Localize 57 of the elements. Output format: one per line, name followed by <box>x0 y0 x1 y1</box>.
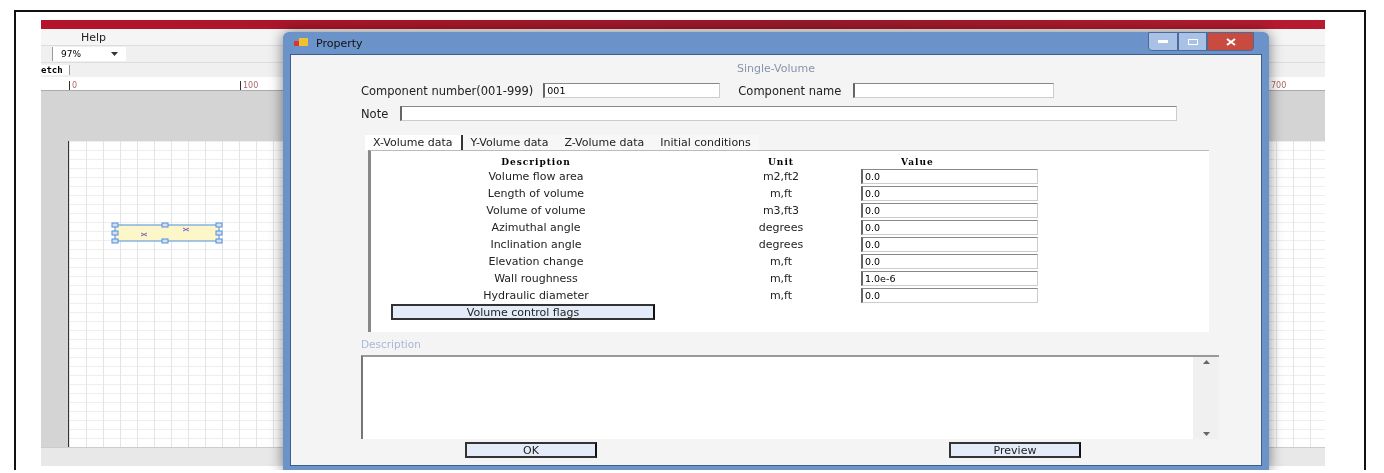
table-cell: m,ft <box>769 255 793 268</box>
value-field[interactable]: 1.0e-6 <box>861 271 1038 286</box>
minimize-button[interactable] <box>1148 32 1178 51</box>
minimize-icon <box>1158 40 1168 43</box>
table-cell: m,ft <box>769 289 793 302</box>
value-field[interactable]: 0.0 <box>861 288 1038 303</box>
table-cell: Elevation change <box>488 255 584 268</box>
value-field[interactable]: 0.0 <box>861 220 1038 235</box>
input-field[interactable] <box>853 83 1055 98</box>
menu-item[interactable]: Help <box>81 30 107 44</box>
dialog-heading: Single-Volume <box>736 62 816 75</box>
close-button[interactable] <box>1207 32 1254 51</box>
column-header: Unit <box>768 157 794 167</box>
tab[interactable]: Initial conditions <box>652 135 759 150</box>
table-cell: degrees <box>758 221 804 234</box>
value-field[interactable]: 0.0 <box>861 237 1038 252</box>
flags-button[interactable]: Volume control flags <box>391 304 655 320</box>
table-cell: m,ft <box>769 272 793 285</box>
input-field[interactable] <box>400 106 1178 121</box>
value-field[interactable]: 0.0 <box>861 254 1038 269</box>
maximize-icon <box>1187 38 1198 45</box>
input-field[interactable]: 001 <box>543 83 721 98</box>
column-header: Value <box>901 157 934 167</box>
value-field[interactable]: 0.0 <box>861 203 1038 218</box>
window-title: Property <box>316 36 363 50</box>
table-cell: m2,ft2 <box>762 170 800 183</box>
caret-icon <box>111 52 118 56</box>
tab[interactable]: Z-Volume data <box>556 135 653 150</box>
description-field[interactable] <box>361 355 1219 439</box>
scroll-bar[interactable] <box>1193 357 1219 439</box>
maximize-button[interactable] <box>1178 32 1207 51</box>
table-cell: Hydraulic diameter <box>483 289 589 302</box>
table-cell: Volume flow area <box>488 170 584 183</box>
ok-button[interactable]: OK <box>465 442 597 458</box>
preview-button[interactable]: Preview <box>949 442 1081 458</box>
section-label: Description <box>361 338 421 350</box>
table-cell: Azimuthal angle <box>491 221 581 234</box>
table-cell: m,ft <box>769 187 793 200</box>
table-cell: degrees <box>758 238 804 251</box>
tab[interactable]: Y-Volume data <box>462 135 557 150</box>
table-cell: Length of volume <box>487 187 585 200</box>
table-cell: Volume of volume <box>486 204 586 217</box>
zoom-dropdown[interactable]: 97% <box>52 47 126 61</box>
field-label: Note <box>361 106 389 121</box>
up-arrow-icon <box>1202 360 1210 364</box>
component-drawing[interactable] <box>111 222 223 244</box>
value-field[interactable]: 0.0 <box>861 186 1038 201</box>
table-cell: m3,ft3 <box>762 204 800 217</box>
ruler-label: 0 <box>69 81 240 90</box>
value-field[interactable]: 0.0 <box>861 169 1038 184</box>
close-icon <box>1225 37 1236 46</box>
column-header: Description <box>501 157 571 167</box>
document-tab[interactable]: etch <box>41 65 70 75</box>
window-icon <box>294 38 308 48</box>
table-cell: Wall roughness <box>494 272 578 285</box>
down-arrow-icon <box>1202 432 1210 436</box>
table-cell: Inclination angle <box>490 238 582 251</box>
